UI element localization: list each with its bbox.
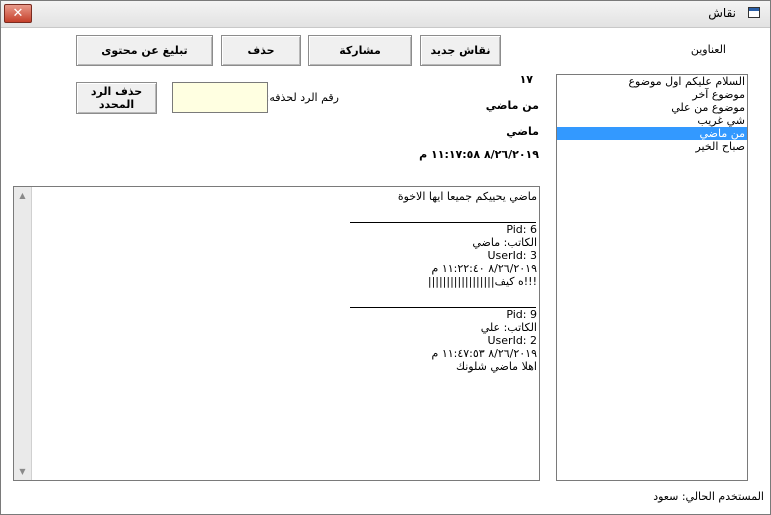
delete-selected-reply-button[interactable]: حذف الرد المحدد <box>76 82 157 114</box>
topic-list-item[interactable]: موضوع آخر <box>557 88 747 101</box>
discussion-text: ماضي يحييكم جميعا ايها الاخوة Pid: 6 الكا… <box>37 190 537 386</box>
reply-date: ٨/٢٦/٢٠١٩ ١١:٢٢:٤٠ م <box>431 262 537 275</box>
scroll-up-icon[interactable]: ▲ <box>14 187 31 204</box>
topic-list-item[interactable]: شي غريب <box>557 114 747 127</box>
topics-listbox[interactable]: السلام عليكم اول موضوع موضوع آخر موضوع من … <box>556 74 748 481</box>
reply-author: الكاتب: ماضي <box>472 236 537 249</box>
reply-pid: Pid: 6 <box>506 223 537 236</box>
topic-list-item[interactable]: موضوع من علي <box>557 101 747 114</box>
vertical-scrollbar[interactable]: ▲ ▼ <box>14 187 32 480</box>
reply-text: !!!ه كيف|||||||||||||||||| <box>427 275 537 288</box>
reply-text: اهلا ماضي شلونك <box>455 360 537 373</box>
scroll-down-icon[interactable]: ▼ <box>14 463 31 480</box>
window-app-icon <box>748 7 760 18</box>
delete-button[interactable]: حذف <box>221 35 301 66</box>
title-bar: ✕ نقاش <box>1 1 770 28</box>
topic-list-item[interactable]: صباح الخير <box>557 140 747 153</box>
titles-label: العناوين <box>690 43 726 56</box>
reply-userid: UserId: 3 <box>487 249 538 262</box>
discussion-content-box[interactable]: ▲ ▼ ماضي يحييكم جميعا ايها الاخوة Pid: 6… <box>13 186 540 481</box>
share-button[interactable]: مشاركة <box>308 35 412 66</box>
post-body: ماضي يحييكم جميعا ايها الاخوة <box>397 190 537 203</box>
post-author-line: من ماضي <box>485 99 539 112</box>
reply-userid: UserId: 2 <box>487 334 538 347</box>
report-content-button[interactable]: تبليغ عن محتوى <box>76 35 213 66</box>
window-title: نقاش <box>708 6 736 20</box>
current-user-status: المستخدم الحالي: سعود <box>653 490 764 503</box>
post-date: ٨/٢٦/٢٠١٩ ١١:١٧:٥٨ م <box>419 148 539 161</box>
post-id: ١٧ <box>519 73 533 86</box>
reply-number-label: رقم الرد لحذفه: <box>265 91 339 104</box>
reply-number-input[interactable] <box>172 82 268 113</box>
reply-date: ٨/٢٦/٢٠١٩ ١١:٤٧:٥٣ م <box>431 347 537 360</box>
close-button[interactable]: ✕ <box>4 4 32 23</box>
discussion-window: ✕ نقاش نقاش جديد مشاركة حذف تبليغ عن محت… <box>0 0 771 515</box>
topic-list-item[interactable]: من ماضي <box>557 127 747 140</box>
topic-list-item[interactable]: السلام عليكم اول موضوع <box>557 75 747 88</box>
reply-author: الكاتب: علي <box>480 321 537 334</box>
new-discussion-button[interactable]: نقاش جديد <box>420 35 501 66</box>
reply-pid: Pid: 9 <box>506 308 537 321</box>
post-author: ماضي <box>506 125 539 138</box>
